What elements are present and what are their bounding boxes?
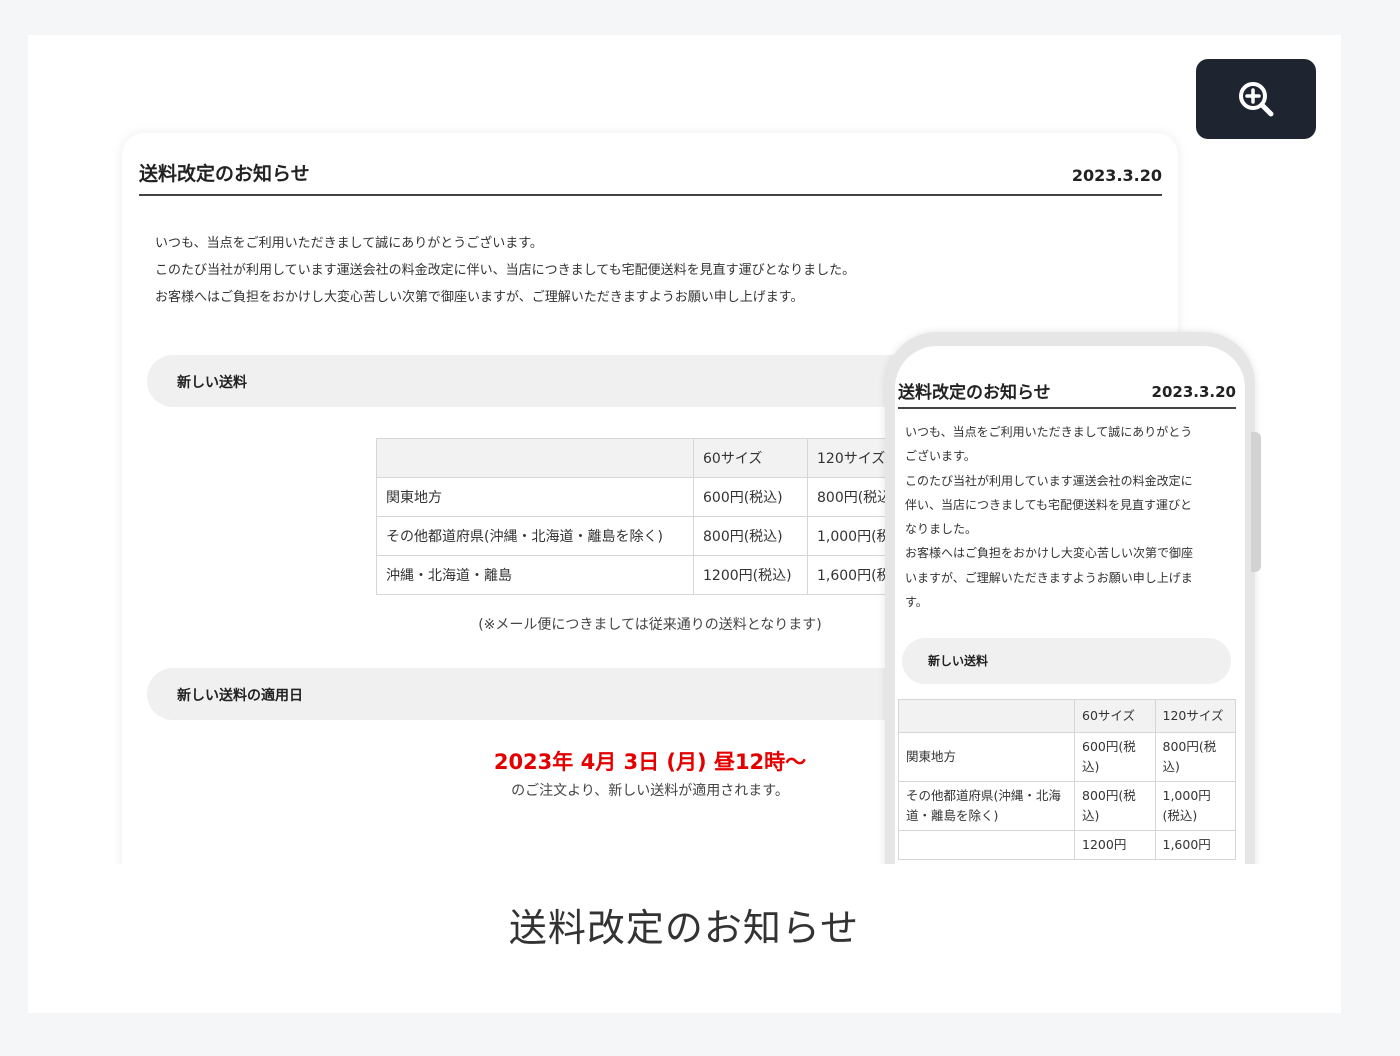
mobile-intro-line: いますが、ご理解いただきますようお願い申し上げま bbox=[905, 570, 1193, 585]
section-heading-label: 新しい送料の適用日 bbox=[177, 688, 303, 704]
table-cell: 800円(税込) bbox=[1074, 781, 1156, 831]
table-row: その他都道府県(沖縄・北海道・離島を除く) 800円(税込) 1,000円(税込… bbox=[376, 516, 922, 556]
table-header-cell bbox=[897, 699, 1076, 733]
mobile-intro-line: ございます。 bbox=[905, 449, 976, 464]
table-cell: 関東地方 bbox=[897, 732, 1076, 782]
preview-image: 送料改定のお知らせ 2023.3.20 いつも、当点をご利用いただきまして誠にあ… bbox=[28, 35, 1341, 864]
table-cell: 1200円(税込) bbox=[693, 555, 808, 595]
table-header-row: 60サイズ 120サイズ bbox=[376, 438, 922, 478]
table-cell: その他都道府県(沖縄・北海道・離島を除く) bbox=[897, 781, 1076, 831]
mobile-intro-line: す。 bbox=[905, 595, 928, 610]
table-row: 沖縄・北海道・離島 1200円(税込) 1,600円(税込) bbox=[376, 555, 922, 595]
notice-date: 2023.3.20 bbox=[1071, 166, 1162, 185]
intro-line: お客様へはご負担をおかけし大変心苦しい次第で御座いますが、ご理解いただきますよう… bbox=[155, 290, 804, 305]
mobile-preview: 送料改定のお知らせ 2023.3.20 いつも、当点をご利用いただきまして誠にあ… bbox=[895, 346, 1245, 864]
mobile-intro-line: いつも、当点をご利用いただきまして誠にありがとう bbox=[905, 425, 1193, 439]
table-cell bbox=[897, 830, 1076, 860]
mobile-intro-text: いつも、当点をご利用いただきまして誠にありがとう ございます。 このたび当社が利… bbox=[905, 420, 1233, 614]
mobile-intro-line: 伴い、当店につきましても宅配便送料を見直す運びと bbox=[905, 497, 1193, 512]
table-cell: 800円(税込) bbox=[1154, 732, 1236, 782]
mobile-notice-date: 2023.3.20 bbox=[1151, 383, 1236, 401]
zoom-in-icon bbox=[1239, 82, 1274, 117]
table-row: 1200円 1,600円 bbox=[897, 830, 1236, 860]
table-row: 関東地方 600円(税込) 800円(税込) bbox=[897, 732, 1236, 782]
shipping-rate-table: 60サイズ 120サイズ 関東地方 600円(税込) 800円(税込) その他都… bbox=[376, 438, 922, 595]
section-heading-label: 新しい送料 bbox=[928, 654, 989, 668]
table-cell: 600円(税込) bbox=[693, 477, 808, 517]
table-cell: 600円(税込) bbox=[1074, 732, 1156, 782]
table-header-cell: 60サイズ bbox=[1074, 699, 1156, 733]
table-header-cell: 120サイズ bbox=[1154, 699, 1236, 733]
section-heading-label: 新しい送料 bbox=[177, 375, 247, 391]
table-cell: 関東地方 bbox=[376, 477, 694, 517]
mobile-title-divider bbox=[898, 407, 1236, 409]
mobile-intro-line: なりました。 bbox=[905, 522, 978, 537]
table-cell: その他都道府県(沖縄・北海道・離島を除く) bbox=[376, 516, 694, 556]
mobile-section-heading: 新しい送料 bbox=[902, 638, 1231, 684]
mobile-notice-title: 送料改定のお知らせ bbox=[898, 383, 1051, 403]
table-row: 関東地方 600円(税込) 800円(税込) bbox=[376, 477, 922, 517]
title-divider bbox=[139, 194, 1162, 196]
table-cell: 沖縄・北海道・離島 bbox=[376, 555, 694, 595]
table-cell: 1,600円 bbox=[1154, 830, 1236, 860]
mobile-intro-line: お客様へはご負担をおかけし大変心苦しい次第で御座 bbox=[905, 546, 1194, 561]
table-cell: 1,000円(税込) bbox=[1154, 781, 1236, 831]
intro-line: このたび当社が利用しています運送会社の料金改定に伴い、当店につきましても宅配便送… bbox=[155, 263, 856, 278]
mobile-intro-line: このたび当社が利用しています運送会社の料金改定に bbox=[905, 473, 1193, 488]
table-header-cell bbox=[376, 438, 694, 478]
zoom-button[interactable] bbox=[1196, 59, 1316, 139]
table-cell: 800円(税込) bbox=[693, 516, 808, 556]
table-row: その他都道府県(沖縄・北海道・離島を除く) 800円(税込) 1,000円(税込… bbox=[897, 781, 1236, 831]
phone-frame: 送料改定のお知らせ 2023.3.20 いつも、当点をご利用いただきまして誠にあ… bbox=[885, 332, 1255, 864]
table-cell: 1200円 bbox=[1074, 830, 1156, 860]
project-caption: 送料改定のお知らせ bbox=[508, 906, 860, 950]
phone-side-button bbox=[1251, 432, 1261, 572]
table-header-cell: 60サイズ bbox=[693, 438, 808, 478]
intro-text: いつも、当点をご利用いただきまして誠にありがとうございます。 このたび当社が利用… bbox=[155, 230, 855, 311]
table-header-row: 60サイズ 120サイズ bbox=[897, 699, 1236, 733]
notice-title: 送料改定のお知らせ bbox=[139, 163, 310, 185]
mobile-shipping-rate-table: 60サイズ 120サイズ 関東地方 600円(税込) 800円(税込) その他都… bbox=[897, 699, 1236, 860]
intro-line: いつも、当点をご利用いただきまして誠にありがとうございます。 bbox=[155, 236, 543, 251]
